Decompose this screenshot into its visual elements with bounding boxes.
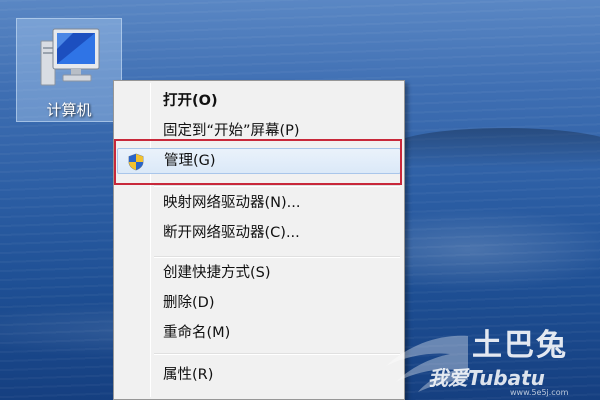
menu-item-create-shortcut[interactable]: 创建快捷方式(S) (117, 260, 401, 286)
menu-separator (154, 185, 400, 187)
menu-item-properties[interactable]: 属性(R) (117, 362, 401, 388)
watermark-subtitle: 我爱Tubatu (428, 366, 545, 390)
menu-item-map-network-drive[interactable]: 映射网络驱动器(N)... (117, 190, 401, 216)
menu-item-manage-label: 管理(G) (164, 153, 216, 169)
menu-item-manage[interactable]: 管理(G) (117, 148, 401, 174)
menu-item-rename[interactable]: 重命名(M) (117, 320, 401, 346)
menu-separator (154, 353, 400, 355)
menu-item-pin-to-start[interactable]: 固定到“开始”屏幕(P) (117, 118, 401, 144)
desktop-icon-label: 计算机 (46, 101, 92, 119)
context-menu: 打开(O) 固定到“开始”屏幕(P) 管理(G) 映射网络驱动器(N)... 断… (113, 80, 405, 400)
menu-separator (154, 256, 400, 258)
watermark: 土巴兔 我爱Tubatu www.5e5j.com (380, 318, 600, 400)
computer-icon (40, 28, 100, 86)
menu-item-open[interactable]: 打开(O) (117, 88, 401, 114)
watermark-title: 土巴兔 (472, 328, 568, 363)
desktop-icon-computer[interactable]: 计算机 (16, 18, 122, 122)
wallpaper-hill (390, 128, 600, 168)
uac-shield-icon (128, 153, 144, 171)
menu-item-delete[interactable]: 删除(D) (117, 290, 401, 316)
watermark-url: www.5e5j.com (510, 388, 569, 397)
menu-item-disconnect-network-drive[interactable]: 断开网络驱动器(C)... (117, 220, 401, 246)
